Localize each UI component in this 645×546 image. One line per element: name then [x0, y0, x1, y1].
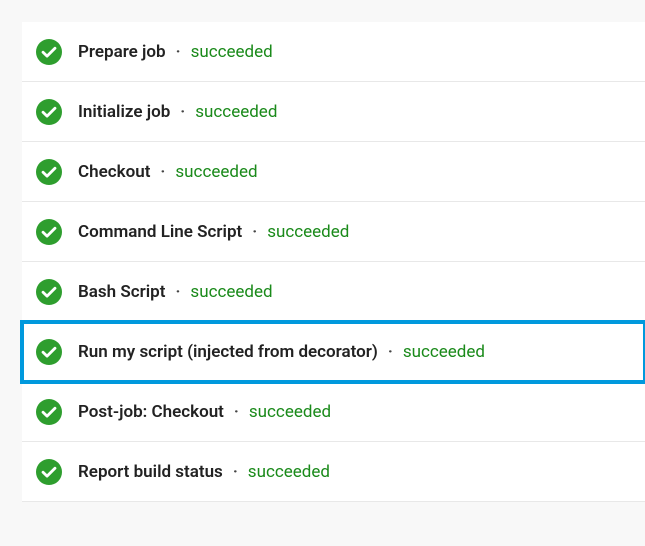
step-content: Prepare job · succeeded: [78, 42, 273, 62]
step-status: succeeded: [249, 402, 331, 422]
step-status: succeeded: [267, 222, 349, 242]
success-check-icon: [36, 159, 62, 185]
success-check-icon: [36, 459, 62, 485]
separator: ·: [175, 282, 180, 302]
step-status: succeeded: [248, 462, 330, 482]
step-row[interactable]: Initialize job · succeeded: [22, 82, 645, 142]
step-row[interactable]: Post-job: Checkout · succeeded: [22, 382, 645, 442]
step-row[interactable]: Checkout · succeeded: [22, 142, 645, 202]
step-content: Initialize job · succeeded: [78, 102, 277, 122]
step-content: Report build status · succeeded: [78, 462, 330, 482]
step-row[interactable]: Command Line Script · succeeded: [22, 202, 645, 262]
step-name: Command Line Script: [78, 222, 242, 242]
step-name: Initialize job: [78, 102, 170, 122]
step-row[interactable]: Prepare job · succeeded: [22, 22, 645, 82]
step-content: Bash Script · succeeded: [78, 282, 273, 302]
step-row[interactable]: Report build status · succeeded: [22, 442, 645, 502]
separator: ·: [180, 102, 185, 122]
step-content: Run my script (injected from decorator) ·…: [78, 342, 485, 362]
separator: ·: [160, 162, 165, 182]
step-row[interactable]: Bash Script · succeeded: [22, 262, 645, 322]
separator: ·: [388, 342, 393, 362]
pipeline-step-list: Prepare job · succeeded Initialize job · succ…: [22, 22, 645, 502]
step-content: Command Line Script · succeeded: [78, 222, 349, 242]
separator: ·: [252, 222, 257, 242]
step-status: succeeded: [403, 342, 485, 362]
separator: ·: [176, 42, 181, 62]
success-check-icon: [36, 279, 62, 305]
success-check-icon: [36, 399, 62, 425]
step-name: Prepare job: [78, 42, 166, 62]
success-check-icon: [36, 39, 62, 65]
success-check-icon: [36, 99, 62, 125]
step-name: Report build status: [78, 462, 223, 482]
step-status: succeeded: [175, 162, 257, 182]
success-check-icon: [36, 219, 62, 245]
step-name: Checkout: [78, 162, 150, 182]
success-check-icon: [36, 339, 62, 365]
separator: ·: [234, 402, 239, 422]
step-status: succeeded: [191, 42, 273, 62]
step-status: succeeded: [195, 102, 277, 122]
step-status: succeeded: [190, 282, 272, 302]
separator: ·: [233, 462, 238, 482]
step-name: Post-job: Checkout: [78, 402, 224, 422]
step-name: Bash Script: [78, 282, 165, 302]
step-content: Post-job: Checkout · succeeded: [78, 402, 331, 422]
step-row[interactable]: Run my script (injected from decorator) ·…: [22, 322, 645, 382]
step-name: Run my script (injected from decorator): [78, 342, 378, 362]
step-content: Checkout · succeeded: [78, 162, 258, 182]
